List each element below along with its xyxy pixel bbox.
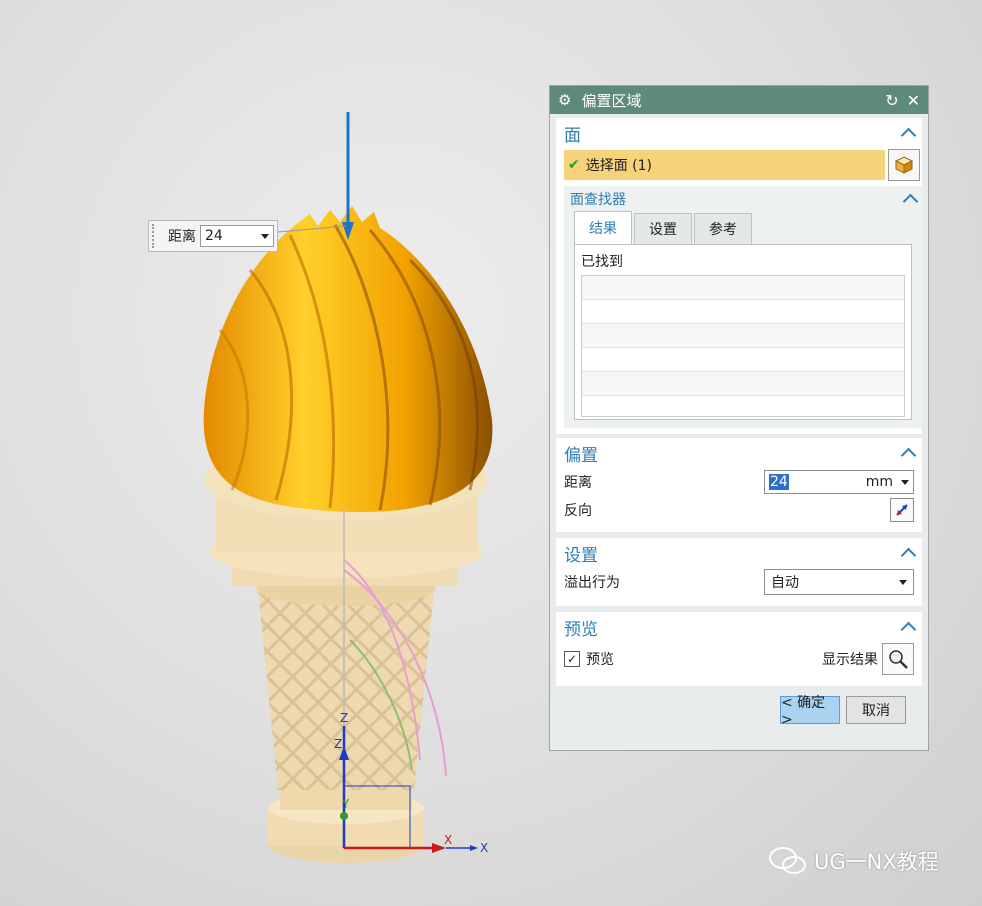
tab-reference[interactable]: 参考 [694,213,752,244]
watermark: UG一NX教程 [768,846,939,876]
list-item[interactable] [582,348,904,372]
chevron-up-icon [900,447,917,464]
face-section-header[interactable]: 面 [556,118,922,148]
chevron-down-icon [261,233,269,239]
preview-section-header[interactable]: 预览 [556,612,922,642]
preview-section: 预览 ✓ 预览 显示结果 [556,612,922,686]
reverse-direction-button[interactable] [890,498,914,522]
distance-callout[interactable]: 距离 24 [148,220,278,252]
callout-distance-value: 24 [205,228,223,244]
offset-section: 偏置 距离 24 mm 反向 [556,438,922,532]
magnifier-icon [889,650,908,669]
cancel-button[interactable]: 取消 [846,696,906,724]
face-finder-title: 面查找器 [570,192,626,208]
overflow-value: 自动 [771,575,799,591]
z-axis-label: Z [340,711,348,725]
overflow-label: 溢出行为 [564,575,620,591]
drag-grip[interactable] [152,224,160,248]
finder-tabs: 结果 设置 参考 [574,211,922,244]
chevron-down-icon[interactable] [901,479,909,485]
offset-section-header[interactable]: 偏置 [556,438,922,468]
face-selector-button[interactable] [888,149,920,181]
chevron-up-icon [900,547,917,564]
callout-distance-dropdown[interactable]: 24 [200,225,274,247]
offset-region-dialog: ⚙ 偏置区域 ↻ ✕ 面 ✔ 选择面 (1) 面查找器 结果 设置 参考 已找到… [549,85,929,751]
wechat-icon [769,847,806,874]
list-item[interactable] [582,324,904,348]
ok-button[interactable]: < 确定 > [780,695,840,728]
dialog-title: 偏置区域 [581,91,642,110]
offset-section-title: 偏置 [564,445,598,466]
distance-input[interactable]: 24 mm [764,470,914,494]
flip-arrows-icon [896,504,908,516]
results-list[interactable] [581,275,905,417]
y-axis-label: Y [341,797,350,811]
list-item[interactable] [582,300,904,324]
select-face-row[interactable]: ✔ 选择面 (1) [564,150,885,180]
z-axis-label-2: Z [334,737,342,751]
chevron-up-icon [902,193,919,210]
select-face-label: 选择面 (1) [585,158,653,174]
dialog-buttons: < 确定 > 取消 [550,686,928,728]
x-axis-label-2: X [480,841,488,855]
found-label: 已找到 [581,254,623,270]
face-section: 面 ✔ 选择面 (1) 面查找器 结果 设置 参考 已找到 [556,118,922,434]
face-section-title: 面 [564,125,581,146]
tab-settings[interactable]: 设置 [634,213,692,244]
show-result-label: 显示结果 [822,652,878,668]
check-icon: ✔ [568,157,580,173]
chevron-up-icon [900,127,917,144]
cube-icon [894,156,914,174]
settings-section-title: 设置 [564,545,598,566]
distance-label: 距离 [564,475,592,491]
show-result-button[interactable] [882,643,914,675]
gear-icon[interactable]: ⚙ [558,91,571,109]
distance-unit: mm [865,474,893,490]
dialog-titlebar: ⚙ 偏置区域 ↻ ✕ [550,86,928,114]
chevron-down-icon [899,579,907,585]
face-finder-header[interactable]: 面查找器 [564,186,922,212]
chevron-up-icon [900,621,917,638]
list-item[interactable] [582,372,904,396]
tab-results[interactable]: 结果 [574,211,632,244]
callout-label: 距离 [168,229,196,245]
preview-label: 预览 [586,652,614,668]
ice-cream-model[interactable] [203,206,493,863]
settings-section-header[interactable]: 设置 [556,538,922,568]
overflow-select[interactable]: 自动 [764,569,914,595]
face-finder-group: 面查找器 结果 设置 参考 已找到 [564,186,922,428]
close-icon[interactable]: ✕ [907,91,920,110]
watermark-text: UG一NX教程 [814,850,939,874]
settings-section: 设置 溢出行为 自动 [556,538,922,606]
results-panel: 已找到 [574,244,912,420]
x-axis-label: X [444,833,452,847]
distance-value: 24 [769,474,789,490]
preview-checkbox[interactable]: ✓ [564,651,580,667]
list-item[interactable] [582,276,904,300]
reverse-label: 反向 [564,503,592,519]
preview-section-title: 预览 [564,619,598,640]
reset-icon[interactable]: ↻ [885,91,898,110]
